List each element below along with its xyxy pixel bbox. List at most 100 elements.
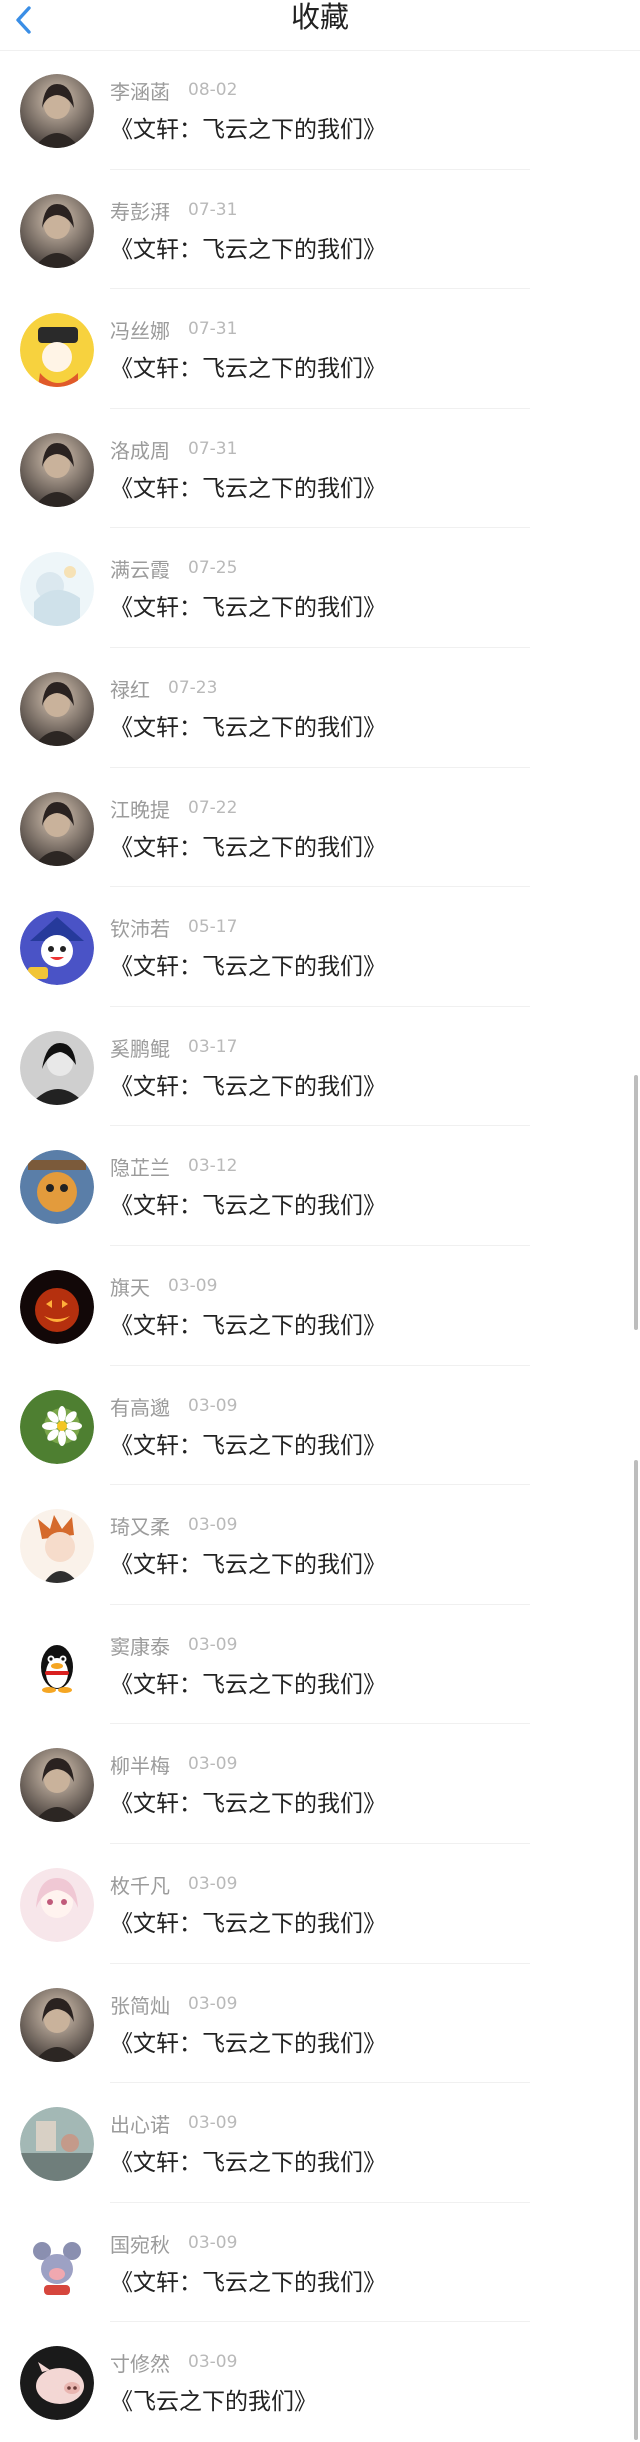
favorite-title[interactable]: 《文轩：飞云之下的我们》	[110, 349, 386, 383]
avatar[interactable]	[20, 74, 94, 148]
user-name[interactable]: 洛成周	[110, 435, 170, 464]
list-item[interactable]: 张简灿 03-09 《文轩：飞云之下的我们》	[0, 1964, 640, 2084]
list-item[interactable]: 冯丝娜 07-31 《文轩：飞云之下的我们》	[0, 289, 640, 409]
avatar-image	[20, 1867, 94, 1942]
list-item[interactable]: 窦康泰 03-09 《文轩：飞云之下的我们》	[0, 1605, 640, 1725]
list-item[interactable]: 满云霞 07-25 《文轩：飞云之下的我们》	[0, 528, 640, 648]
avatar[interactable]	[20, 1150, 94, 1225]
favorite-title[interactable]: 《文轩：飞云之下的我们》	[110, 1665, 386, 1699]
avatar[interactable]	[20, 1987, 94, 2062]
avatar[interactable]	[20, 1748, 94, 1823]
user-name[interactable]: 枚千凡	[110, 1870, 170, 1899]
avatar-image	[20, 1030, 94, 1105]
user-name[interactable]: 旗天	[110, 1272, 150, 1301]
date: 05-17	[188, 917, 238, 938]
avatar-image	[20, 1628, 94, 1703]
avatar[interactable]	[20, 2346, 94, 2421]
user-name[interactable]: 隐芷兰	[110, 1152, 170, 1181]
favorite-title[interactable]: 《文轩：飞云之下的我们》	[110, 1904, 386, 1938]
date: 07-23	[168, 677, 218, 698]
favorite-title[interactable]: 《文轩：飞云之下的我们》	[110, 947, 386, 981]
list-item[interactable]: 枚千凡 03-09 《文轩：飞云之下的我们》	[0, 1844, 640, 1964]
user-name[interactable]: 有高邈	[110, 1392, 170, 1421]
favorite-title[interactable]: 《文轩：飞云之下的我们》	[110, 1545, 386, 1579]
date: 07-22	[188, 797, 238, 818]
avatar[interactable]	[20, 911, 94, 986]
favorite-title[interactable]: 《文轩：飞云之下的我们》	[110, 110, 386, 144]
avatar[interactable]	[20, 193, 94, 268]
date: 03-12	[188, 1156, 238, 1177]
avatar[interactable]	[20, 671, 94, 746]
list-item[interactable]: 钦沛若 05-17 《文轩：飞云之下的我们》	[0, 887, 640, 1007]
date: 07-31	[188, 199, 238, 220]
list-item[interactable]: 李涵菡 08-02 《文轩：飞云之下的我们》	[0, 50, 640, 170]
favorite-title[interactable]: 《文轩：飞云之下的我们》	[110, 588, 386, 622]
user-name[interactable]: 满云霞	[110, 554, 170, 583]
avatar[interactable]	[20, 1509, 94, 1584]
favorite-title[interactable]: 《文轩：飞云之下的我们》	[110, 2263, 386, 2297]
list-item[interactable]: 国宛秋 03-09 《文轩：飞云之下的我们》	[0, 2203, 640, 2323]
date: 03-09	[188, 2232, 238, 2253]
user-name[interactable]: 出心诺	[110, 2109, 170, 2138]
date: 03-09	[188, 2352, 238, 2373]
avatar-image	[20, 1509, 94, 1584]
avatar[interactable]	[20, 1269, 94, 1344]
avatar[interactable]	[20, 552, 94, 627]
favorite-title[interactable]: 《文轩：飞云之下的我们》	[110, 2024, 386, 2058]
avatar[interactable]	[20, 1867, 94, 1942]
favorite-title[interactable]: 《文轩：飞云之下的我们》	[110, 1186, 386, 1220]
user-name[interactable]: 琦又柔	[110, 1511, 170, 1540]
user-name[interactable]: 柳半梅	[110, 1750, 170, 1779]
avatar[interactable]	[20, 313, 94, 388]
user-name[interactable]: 钦沛若	[110, 913, 170, 942]
favorite-title[interactable]: 《文轩：飞云之下的我们》	[110, 1426, 386, 1460]
avatar-image	[20, 1748, 94, 1823]
date: 03-17	[188, 1036, 238, 1057]
list-item[interactable]: 有高邈 03-09 《文轩：飞云之下的我们》	[0, 1366, 640, 1486]
scrollbar-thumb[interactable]	[634, 1075, 638, 1330]
avatar[interactable]	[20, 1030, 94, 1105]
date: 03-09	[188, 1873, 238, 1894]
avatar[interactable]	[20, 2226, 94, 2301]
date: 07-31	[188, 438, 238, 459]
user-name[interactable]: 寸修然	[110, 2348, 170, 2377]
user-name[interactable]: 奚鹏鲲	[110, 1033, 170, 1062]
user-name[interactable]: 寿彭湃	[110, 196, 170, 225]
list-item[interactable]: 旗天 03-09 《文轩：飞云之下的我们》	[0, 1246, 640, 1366]
list-item[interactable]: 江晚提 07-22 《文轩：飞云之下的我们》	[0, 768, 640, 888]
list-item[interactable]: 寸修然 03-09 《飞云之下的我们》	[0, 2322, 640, 2442]
favorite-title[interactable]: 《文轩：飞云之下的我们》	[110, 2143, 386, 2177]
favorite-title[interactable]: 《文轩：飞云之下的我们》	[110, 469, 386, 503]
favorite-title[interactable]: 《文轩：飞云之下的我们》	[110, 1067, 386, 1101]
list-item[interactable]: 出心诺 03-09 《文轩：飞云之下的我们》	[0, 2083, 640, 2203]
avatar[interactable]	[20, 432, 94, 507]
list-item[interactable]: 隐芷兰 03-12 《文轩：飞云之下的我们》	[0, 1126, 640, 1246]
avatar[interactable]	[20, 1389, 94, 1464]
date: 03-09	[188, 1754, 238, 1775]
user-name[interactable]: 江晚提	[110, 794, 170, 823]
list-item[interactable]: 洛成周 07-31 《文轩：飞云之下的我们》	[0, 409, 640, 529]
favorite-title[interactable]: 《文轩：飞云之下的我们》	[110, 1784, 386, 1818]
list-item[interactable]: 禄红 07-23 《文轩：飞云之下的我们》	[0, 648, 640, 768]
user-name[interactable]: 冯丝娜	[110, 315, 170, 344]
favorite-title[interactable]: 《文轩：飞云之下的我们》	[110, 230, 386, 264]
avatar[interactable]	[20, 2107, 94, 2182]
list-item[interactable]: 琦又柔 03-09 《文轩：飞云之下的我们》	[0, 1485, 640, 1605]
avatar[interactable]	[20, 791, 94, 866]
date: 03-09	[188, 1993, 238, 2014]
favorite-title[interactable]: 《文轩：飞云之下的我们》	[110, 708, 386, 742]
user-name[interactable]: 禄红	[110, 674, 150, 703]
user-name[interactable]: 李涵菡	[110, 76, 170, 105]
user-name[interactable]: 张简灿	[110, 1990, 170, 2019]
favorite-title[interactable]: 《文轩：飞云之下的我们》	[110, 1306, 386, 1340]
scrollbar-thumb[interactable]	[634, 1460, 638, 2440]
user-name[interactable]: 窦康泰	[110, 1631, 170, 1660]
list-item[interactable]: 奚鹏鲲 03-17 《文轩：飞云之下的我们》	[0, 1007, 640, 1127]
favorite-title[interactable]: 《文轩：飞云之下的我们》	[110, 828, 386, 862]
user-name[interactable]: 国宛秋	[110, 2229, 170, 2258]
list-item[interactable]: 寿彭湃 07-31 《文轩：飞云之下的我们》	[0, 170, 640, 290]
favorite-title[interactable]: 《飞云之下的我们》	[110, 2382, 317, 2416]
list-item[interactable]: 柳半梅 03-09 《文轩：飞云之下的我们》	[0, 1724, 640, 1844]
avatar[interactable]	[20, 1628, 94, 1703]
date: 07-25	[188, 558, 238, 579]
